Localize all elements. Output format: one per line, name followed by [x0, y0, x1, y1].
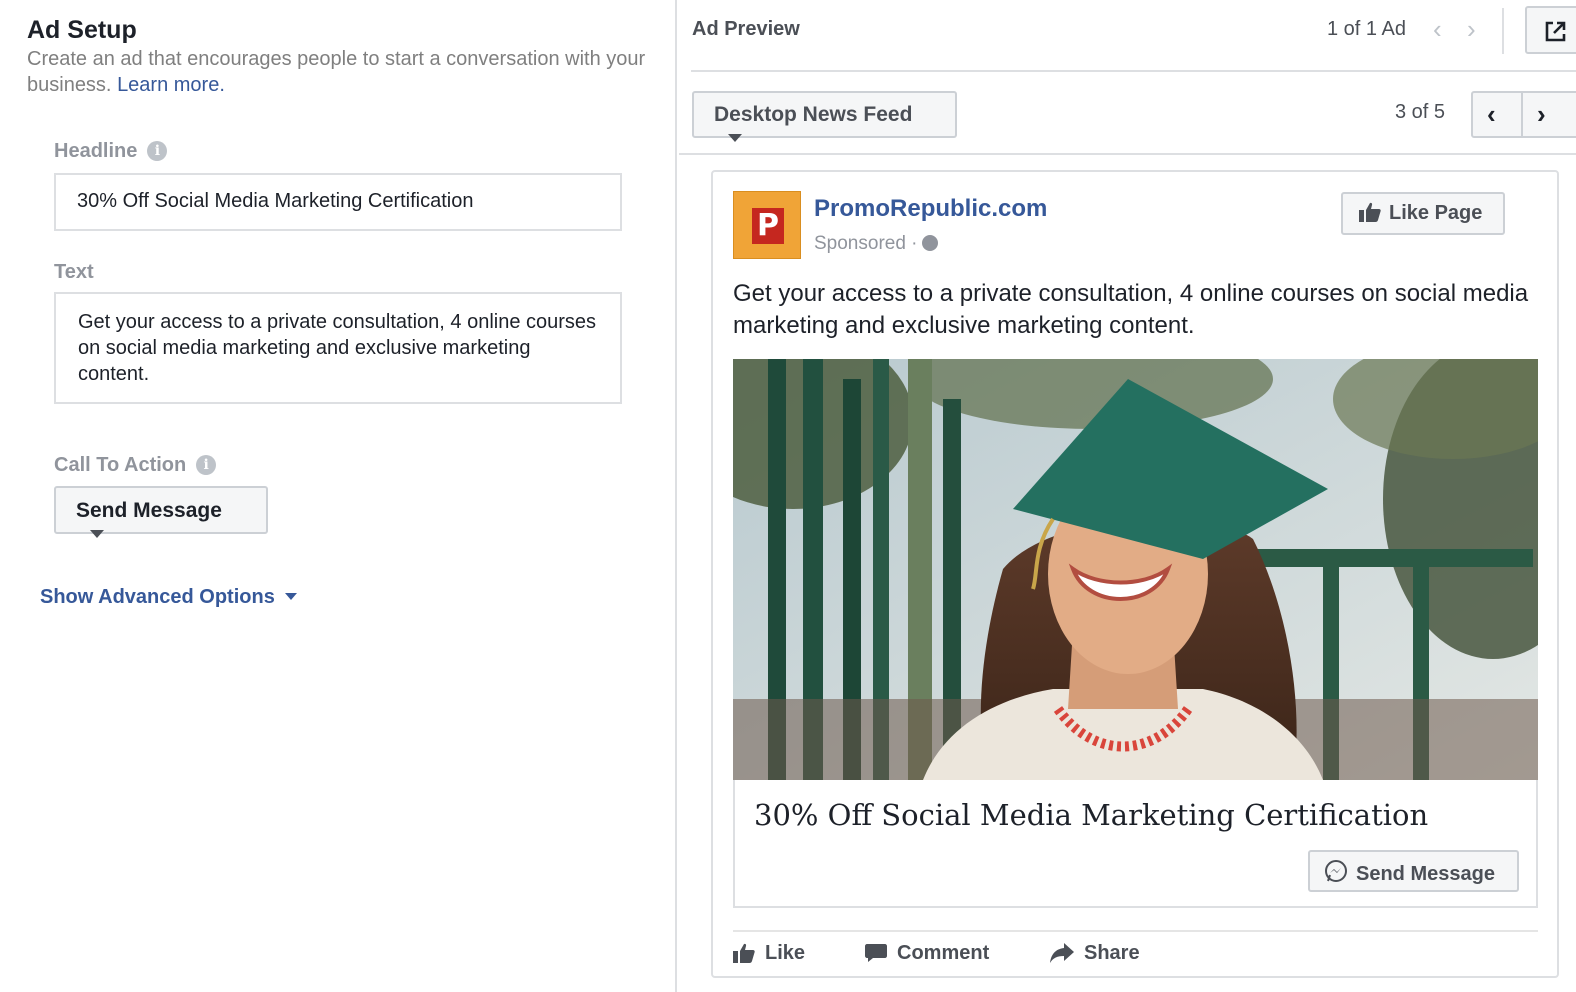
headline-label: Headline i — [54, 140, 168, 163]
divider — [679, 153, 1576, 155]
ad-headline: 30% Off Social Media Marketing Certifica… — [754, 798, 1429, 832]
learn-more-link[interactable]: Learn more. — [117, 74, 225, 96]
cta-select[interactable]: Send Message — [54, 486, 268, 538]
divider — [1502, 8, 1504, 54]
placement-count: 3 of 5 — [1395, 101, 1446, 123]
chevron-right-icon[interactable]: › — [1467, 16, 1476, 42]
share-action[interactable]: Share — [1050, 942, 1140, 965]
placement-pager: ‹ › — [1471, 91, 1576, 138]
placement-select[interactable]: Desktop News Feed — [692, 91, 957, 142]
chevron-left-icon[interactable]: ‹ — [1433, 16, 1442, 42]
like-page-label: Like Page — [1389, 202, 1483, 224]
like-page-button[interactable]: Like Page — [1341, 192, 1505, 235]
caret-down-icon — [90, 530, 104, 538]
ad-preview-panel: Ad Preview 1 of 1 Ad ‹ › Desktop News Fe… — [679, 0, 1576, 992]
share-icon — [1050, 943, 1074, 963]
ad-preview-title: Ad Preview — [692, 18, 800, 40]
sponsored-label: Sponsored · — [814, 233, 938, 255]
thumbs-up-icon — [1359, 202, 1381, 222]
placement-select-value: Desktop News Feed — [714, 103, 913, 126]
ad-body-text: Get your access to a private consultatio… — [733, 280, 1529, 339]
messenger-icon — [1325, 860, 1347, 882]
headline-input[interactable]: 30% Off Social Media Marketing Certifica… — [54, 173, 622, 231]
link-description-box[interactable]: 30% Off Social Media Marketing Certifica… — [733, 780, 1538, 908]
info-icon[interactable]: i — [196, 455, 217, 475]
ad-setup-panel: Ad Setup Create an ad that encourages pe… — [0, 0, 677, 992]
divider — [691, 70, 1576, 72]
graduate-photo — [733, 359, 1538, 780]
info-icon[interactable]: i — [147, 141, 168, 161]
globe-icon — [921, 235, 938, 251]
send-message-label: Send Message — [1356, 863, 1495, 885]
like-action[interactable]: Like — [733, 942, 805, 965]
divider — [1521, 93, 1523, 136]
thumbs-up-icon — [733, 943, 755, 963]
text-label: Text — [54, 261, 94, 283]
open-external-button[interactable] — [1525, 6, 1576, 54]
external-link-icon — [1545, 21, 1566, 42]
cta-label: Call To Action i — [54, 454, 217, 477]
caret-down-icon — [284, 593, 297, 600]
cta-select-value: Send Message — [76, 499, 222, 522]
text-input[interactable]: Get your access to a private consultatio… — [54, 292, 622, 404]
page-logo-letter: P — [752, 208, 784, 244]
divider — [733, 930, 1538, 932]
ad-setup-title: Ad Setup — [27, 16, 137, 44]
cta-label-text: Call To Action — [54, 454, 187, 476]
send-message-button[interactable]: Send Message — [1308, 850, 1519, 892]
advanced-link-text: Show Advanced Options — [40, 586, 275, 608]
caret-down-icon — [728, 134, 742, 142]
comment-icon — [865, 944, 887, 962]
like-action-label: Like — [765, 942, 806, 964]
sponsored-text: Sponsored · — [814, 233, 918, 254]
page-name-link[interactable]: PromoRepublic.com — [814, 195, 1047, 223]
headline-label-text: Headline — [54, 140, 138, 162]
comment-action[interactable]: Comment — [865, 942, 989, 965]
show-advanced-options-link[interactable]: Show Advanced Options — [40, 586, 297, 609]
chevron-left-icon[interactable]: ‹ — [1487, 101, 1496, 127]
ad-count: 1 of 1 Ad — [1327, 18, 1406, 40]
ad-card: P PromoRepublic.com Sponsored · Like Pag… — [711, 170, 1559, 978]
ad-image[interactable] — [733, 359, 1538, 780]
page-avatar[interactable]: P — [733, 191, 801, 259]
comment-action-label: Comment — [897, 942, 990, 964]
chevron-right-icon[interactable]: › — [1537, 101, 1546, 127]
ad-setup-description: Create an ad that encourages people to s… — [27, 46, 657, 98]
share-action-label: Share — [1084, 942, 1140, 964]
